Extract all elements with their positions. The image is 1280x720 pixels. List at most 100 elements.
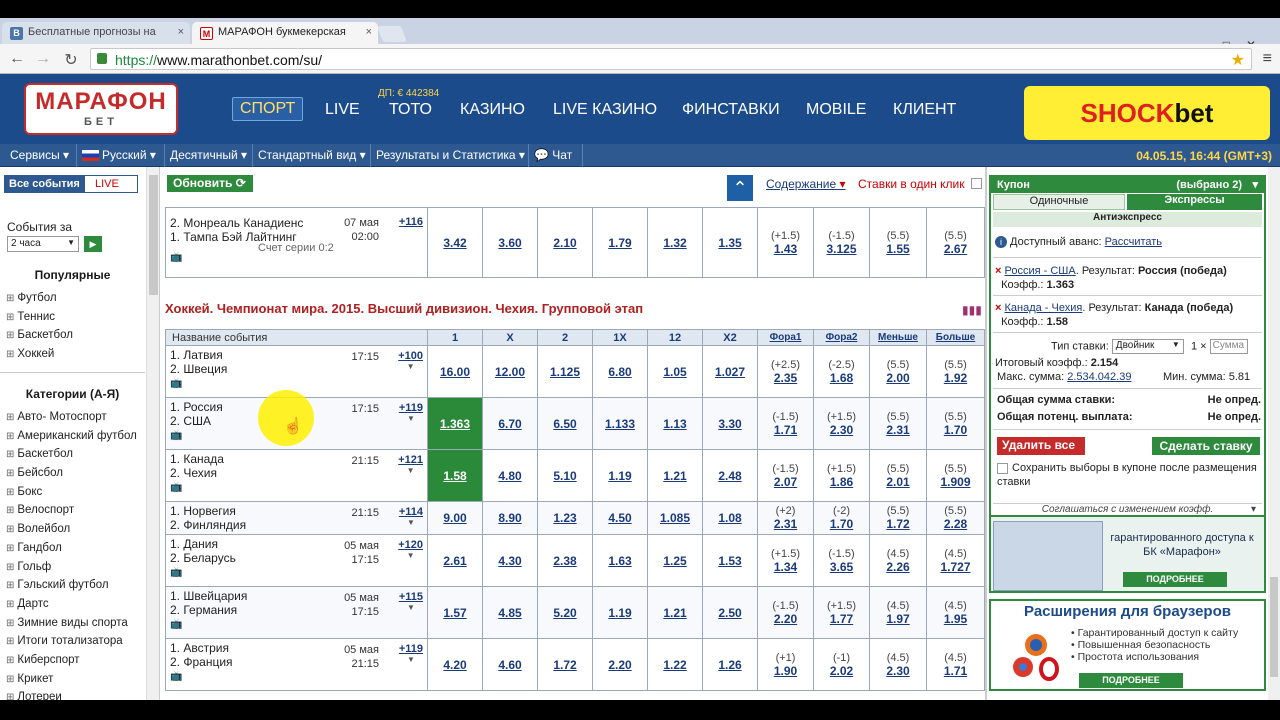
category-item[interactable]: Зимние виды спорта [6,617,137,636]
odds-cell[interactable]: 2.61 [427,534,483,587]
category-item[interactable]: Велоспорт [6,504,137,523]
more-markets-link[interactable]: +116 [399,216,423,228]
tv-icon[interactable]: 📺 [170,619,423,630]
page-scrollbar[interactable] [1268,167,1280,700]
delete-all-button[interactable]: Удалить все × [997,437,1085,466]
odds-cell[interactable]: 1.63 [592,534,648,587]
scroll-up-button[interactable]: ⌃ [727,175,753,201]
more-markets-link[interactable]: +119 ▼ [399,643,423,664]
category-item[interactable]: Крикет [6,673,137,692]
nav-live[interactable]: LIVE [325,101,360,119]
menu-results[interactable]: Результаты и Статистика ▾ [376,148,525,162]
odds-cell[interactable]: 5.10 [537,449,593,502]
odds-cell[interactable]: 4.50 [592,501,648,535]
category-item[interactable]: Бокс [6,486,137,505]
over-cell[interactable]: (4.5) 1.71 [926,638,985,691]
bet-type-select[interactable]: Двойник ▼ [1111,339,1184,354]
odds-cell[interactable]: 1.19 [592,449,648,502]
statistics-chart-icon[interactable]: ▮▮▮ [962,303,982,317]
team-name[interactable]: 1. Латвия [170,348,423,362]
bet-event-link[interactable]: Канада - Чехия [1005,302,1083,314]
tv-icon[interactable]: 📺 [170,378,423,389]
access-app-banner[interactable]: гарантированного доступа к БК «Марафон» … [989,515,1266,593]
odds-cell[interactable]: 1.79 [592,207,648,278]
odds-cell[interactable]: 1.23 [537,501,593,535]
scrollbar-thumb[interactable] [1270,577,1278,677]
under-cell[interactable]: (5.5) 2.31 [869,397,927,450]
under-cell[interactable]: (5.5) 2.00 [869,345,927,398]
new-tab-button[interactable] [377,26,407,42]
col-header[interactable]: 1 [427,329,483,346]
url-input[interactable]: https://www.marathonbet.com/su/ ★ [90,48,1252,70]
category-item[interactable]: Дартс [6,598,137,617]
odds-cell[interactable]: 6.80 [592,345,648,398]
team-name[interactable]: 2. Беларусь [170,551,423,565]
category-item[interactable]: Гольф [6,561,137,580]
menu-services[interactable]: Сервисы ▾ [10,148,69,162]
handicap2-cell[interactable]: (-2) 1.70 [813,501,870,535]
browser-tab-prognoz[interactable]: B Бесплатные прогнозы на × [2,22,190,44]
odds-cell[interactable]: 1.53 [702,534,758,587]
handicap1-cell[interactable]: (+1) 1.90 [757,638,814,691]
place-bet-button[interactable]: Сделать ставку [1152,437,1260,455]
handicap1-cell[interactable]: (+2.5) 2.35 [757,345,814,398]
scrollbar-thumb[interactable] [149,175,158,295]
odds-cell[interactable]: 3.30 [702,397,758,450]
tab-anti-express[interactable]: Антиэкспресс [993,212,1262,227]
under-cell[interactable]: (4.5) 2.30 [869,638,927,691]
odds-cell[interactable]: 5.20 [537,586,593,639]
odds-cell[interactable]: 3.60 [482,207,538,278]
odds-cell[interactable]: 2.38 [537,534,593,587]
nav-mobile[interactable]: MOBILE [806,101,866,119]
tab-all-events[interactable]: Все события [5,176,85,192]
sidebar-item-basketball[interactable]: Баскетбол [6,329,73,348]
odds-cell[interactable]: 1.125 [537,345,593,398]
tab-single[interactable]: Одиночные [993,194,1125,210]
handicap1-cell[interactable]: (-1.5) 1.71 [757,397,814,450]
team-name[interactable]: 2. Чехия [170,466,423,480]
odds-cell[interactable]: 1.72 [537,638,593,691]
col-header[interactable]: X2 [702,329,758,346]
category-item[interactable]: Волейбол [6,523,137,542]
chevron-down-icon[interactable]: ▾ [1252,178,1258,191]
col-header[interactable]: X [482,329,538,346]
odds-cell[interactable]: 6.70 [482,397,538,450]
nav-finstavki[interactable]: ФИНСТАВКИ [682,101,780,119]
under-cell[interactable]: (4.5) 2.26 [869,534,927,587]
one-click-checkbox[interactable] [971,178,982,189]
odds-cell[interactable]: 1.027 [702,345,758,398]
sidebar-item-tennis[interactable]: Теннис [6,311,73,330]
col-header[interactable]: 12 [647,329,703,346]
bookmark-star-icon[interactable]: ★ [1231,50,1245,70]
nav-client[interactable]: КЛИЕНТ [893,101,956,119]
nav-casino[interactable]: КАЗИНО [460,101,525,119]
odds-cell[interactable]: 1.133 [592,397,648,450]
odds-cell[interactable]: 1.19 [592,586,648,639]
col-header[interactable]: 2 [537,329,593,346]
over-cell[interactable]: (5.5) 1.909 [926,449,985,502]
odds-cell[interactable]: 1.22 [647,638,703,691]
browser-tab-marathon[interactable]: M МАРАФОН букмекерская × [192,22,378,44]
stake-input[interactable]: Сумма [1209,339,1248,354]
category-item[interactable]: Американский футбол [6,430,136,449]
more-button[interactable]: ПОДРОБНЕЕ [1079,673,1183,688]
under-cell[interactable]: (5.5) 1.72 [869,501,927,535]
col-header[interactable]: 1X [592,329,648,346]
odds-cell[interactable]: 16.00 [427,345,483,398]
odds-cell[interactable]: 12.00 [482,345,538,398]
tab-live[interactable]: LIVE [85,176,137,192]
handicap2-cell[interactable]: (+1.5) 1.77 [813,586,870,639]
category-item[interactable]: Баскетбол [6,448,137,467]
category-item[interactable]: Гэльский футбол [6,579,137,598]
sidebar-item-football[interactable]: Футбол [6,292,73,311]
marathon-logo[interactable]: МАРАФОН БЕТ [24,83,178,135]
odds-cell[interactable]: 2.10 [537,207,593,278]
over-cell[interactable]: (5.5) 1.70 [926,397,985,450]
team-name[interactable]: 2. Финляндия [170,518,423,532]
menu-chat[interactable]: 💬 Чат [534,148,572,162]
handicap1-cell[interactable]: (-1.5) 2.07 [757,449,814,502]
team-name[interactable]: 1. Австрия [170,641,423,655]
handicap1-cell[interactable]: (+1.5) 1.34 [757,534,814,587]
more-markets-link[interactable]: +115 ▼ [399,591,423,612]
section-title[interactable]: Хоккей. Чемпионат мира. 2015. Высший див… [165,301,643,316]
